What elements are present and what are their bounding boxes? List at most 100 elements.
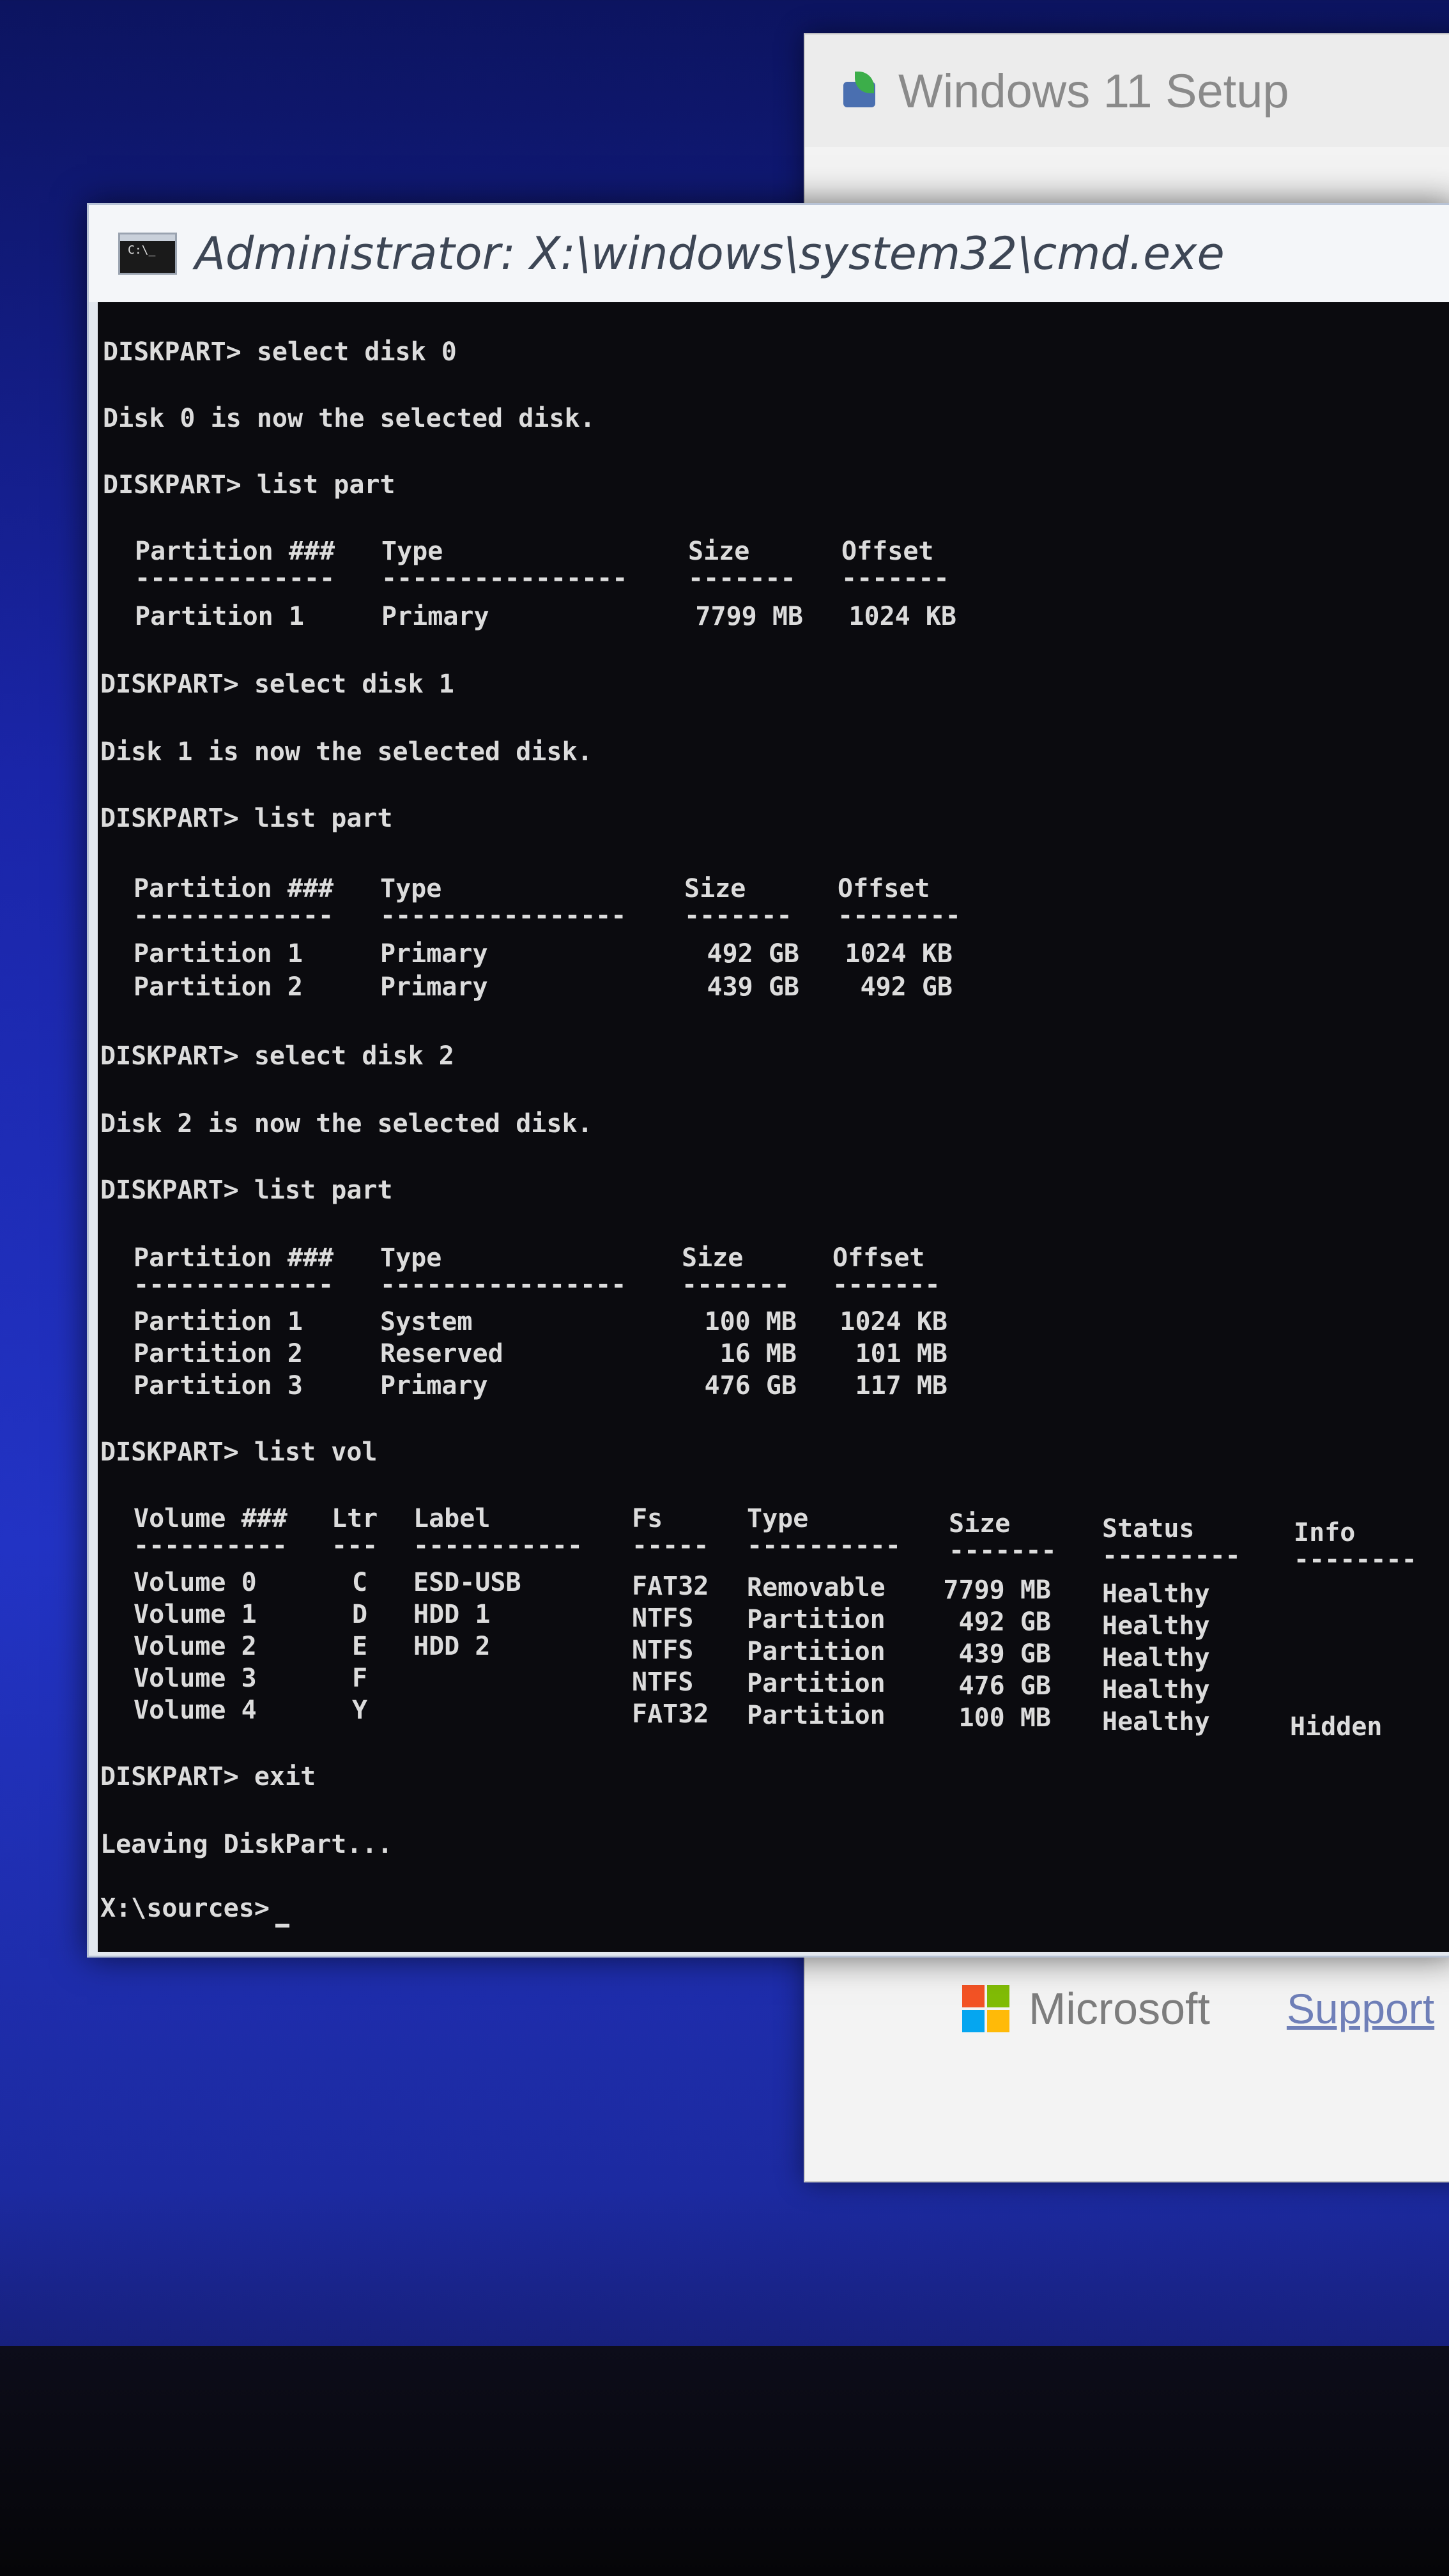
console-message: Disk 2 is now the selected disk. xyxy=(100,1109,593,1138)
table-separator: ---------------- xyxy=(380,901,627,930)
table-cell: Partition xyxy=(747,1637,885,1666)
table-cell: Healthy xyxy=(1102,1643,1210,1673)
table-header: Ltr xyxy=(332,1504,378,1533)
table-cell: Partition 1 xyxy=(135,602,304,631)
table-cell: Primary xyxy=(380,939,488,969)
table-cell: Volume 4 xyxy=(134,1696,257,1725)
table-separator: ----------- xyxy=(413,1531,583,1560)
table-cell: Partition xyxy=(747,1605,885,1634)
console-command: DISKPART> select disk 1 xyxy=(100,670,454,699)
cmd-window: C:\_ Administrator: X:\windows\system32\… xyxy=(87,203,1449,1958)
table-separator: -------- xyxy=(1294,1545,1417,1574)
table-cell: 100 MB xyxy=(958,1703,1052,1733)
console-command: DISKPART> select disk 2 xyxy=(100,1041,454,1071)
table-separator: ------- xyxy=(949,1536,1057,1565)
table-cell: Volume 0 xyxy=(134,1568,257,1597)
table-cell: HDD 1 xyxy=(413,1600,491,1629)
table-separator: -------- xyxy=(838,901,961,930)
setup-app-icon xyxy=(841,72,879,110)
table-cell: 1024 KB xyxy=(848,602,956,631)
table-cell: Partition 1 xyxy=(134,1307,303,1337)
table-cell: Volume 1 xyxy=(134,1600,257,1629)
table-cell: HDD 2 xyxy=(413,1632,491,1661)
table-separator: ------- xyxy=(832,1270,940,1300)
table-cell: 1024 KB xyxy=(845,939,953,969)
table-cell: F xyxy=(352,1664,368,1693)
table-header: Size xyxy=(949,1509,1011,1538)
table-cell: 100 MB xyxy=(704,1307,797,1337)
table-cell: NTFS xyxy=(632,1636,694,1665)
table-separator: ------- xyxy=(688,564,796,593)
table-cell: Primary xyxy=(380,972,488,1002)
console-command: DISKPART> select disk 0 xyxy=(103,337,457,367)
table-cell: Primary xyxy=(381,602,489,631)
setup-footer: Microsoft Support xyxy=(805,1970,1449,2047)
console-command: DISKPART> list part xyxy=(100,804,393,833)
table-header: Info xyxy=(1294,1518,1356,1547)
table-cell: Volume 2 xyxy=(134,1632,257,1661)
table-cell: Partition 2 xyxy=(134,1339,303,1368)
setup-titlebar[interactable]: Windows 11 Setup xyxy=(805,34,1449,147)
table-cell: Removable xyxy=(747,1573,885,1602)
table-header: Size xyxy=(684,874,746,903)
table-separator: ------------- xyxy=(134,1270,334,1300)
table-cell: FAT32 xyxy=(632,1572,709,1601)
table-cell: Healthy xyxy=(1102,1675,1210,1705)
cmd-titlebar[interactable]: C:\_ Administrator: X:\windows\system32\… xyxy=(89,205,1449,302)
console-output[interactable]: DISKPART> select disk 0 Disk 0 is now th… xyxy=(98,302,1449,1952)
table-header: Partition ### xyxy=(134,1243,334,1273)
console-command: DISKPART> list part xyxy=(103,470,395,500)
console-command: DISKPART> list part xyxy=(100,1176,393,1205)
table-header: Status xyxy=(1102,1514,1195,1544)
table-header: Type xyxy=(747,1504,809,1533)
table-separator: ---------------- xyxy=(380,1270,627,1300)
table-cell: 101 MB xyxy=(855,1339,948,1368)
monitor-bezel xyxy=(0,2346,1449,2576)
table-header: Size xyxy=(688,537,750,566)
table-header: Type xyxy=(381,537,443,566)
console-message: Disk 0 is now the selected disk. xyxy=(103,404,595,433)
table-separator: ------------- xyxy=(134,901,334,930)
console-message: Leaving DiskPart... xyxy=(100,1830,393,1859)
table-cell: 439 GB xyxy=(958,1639,1052,1669)
microsoft-brand-text: Microsoft xyxy=(1029,1984,1210,2034)
table-cell: Y xyxy=(352,1696,368,1725)
table-separator: ------------- xyxy=(135,564,335,593)
setup-window-title: Windows 11 Setup xyxy=(898,64,1289,118)
table-cell: Healthy xyxy=(1102,1707,1210,1736)
table-separator: --------- xyxy=(1102,1541,1241,1570)
table-cell: Partition xyxy=(747,1669,885,1698)
text-cursor xyxy=(275,1924,289,1928)
table-cell: 117 MB xyxy=(855,1371,948,1400)
console-message: Disk 1 is now the selected disk. xyxy=(100,737,593,767)
table-cell: D xyxy=(352,1600,368,1629)
table-header: Size xyxy=(682,1243,744,1273)
table-cell: FAT32 xyxy=(632,1699,709,1729)
table-cell: 492 GB xyxy=(707,939,800,969)
table-cell: Healthy xyxy=(1102,1611,1210,1641)
table-separator: ---------- xyxy=(747,1531,901,1560)
table-cell: Healthy xyxy=(1102,1579,1210,1609)
command-prompt[interactable]: X:\sources> xyxy=(100,1896,270,1921)
table-header: Partition ### xyxy=(134,874,334,903)
table-separator: ---------- xyxy=(134,1531,288,1560)
table-cell: 492 GB xyxy=(860,972,953,1002)
console-command: DISKPART> list vol xyxy=(100,1438,378,1467)
cmd-window-title: Administrator: X:\windows\system32\cmd.e… xyxy=(195,227,1225,280)
table-cell: 7799 MB xyxy=(695,602,803,631)
table-header: Offset xyxy=(838,874,930,903)
table-separator: ---------------- xyxy=(381,564,628,593)
table-header: Label xyxy=(413,1504,491,1533)
table-separator: ------- xyxy=(682,1270,790,1300)
table-separator: --- xyxy=(332,1531,378,1560)
table-cell: 439 GB xyxy=(707,972,800,1002)
table-separator: ----- xyxy=(632,1531,709,1560)
console-command: DISKPART> exit xyxy=(100,1762,316,1791)
support-link[interactable]: Support xyxy=(1287,1984,1434,2033)
table-separator: ------- xyxy=(841,564,949,593)
table-cell: System xyxy=(380,1307,473,1337)
table-cell: Partition xyxy=(747,1701,885,1730)
table-header: Type xyxy=(380,874,442,903)
table-cell: 476 GB xyxy=(958,1671,1052,1701)
table-cell: 7799 MB xyxy=(943,1575,1051,1605)
